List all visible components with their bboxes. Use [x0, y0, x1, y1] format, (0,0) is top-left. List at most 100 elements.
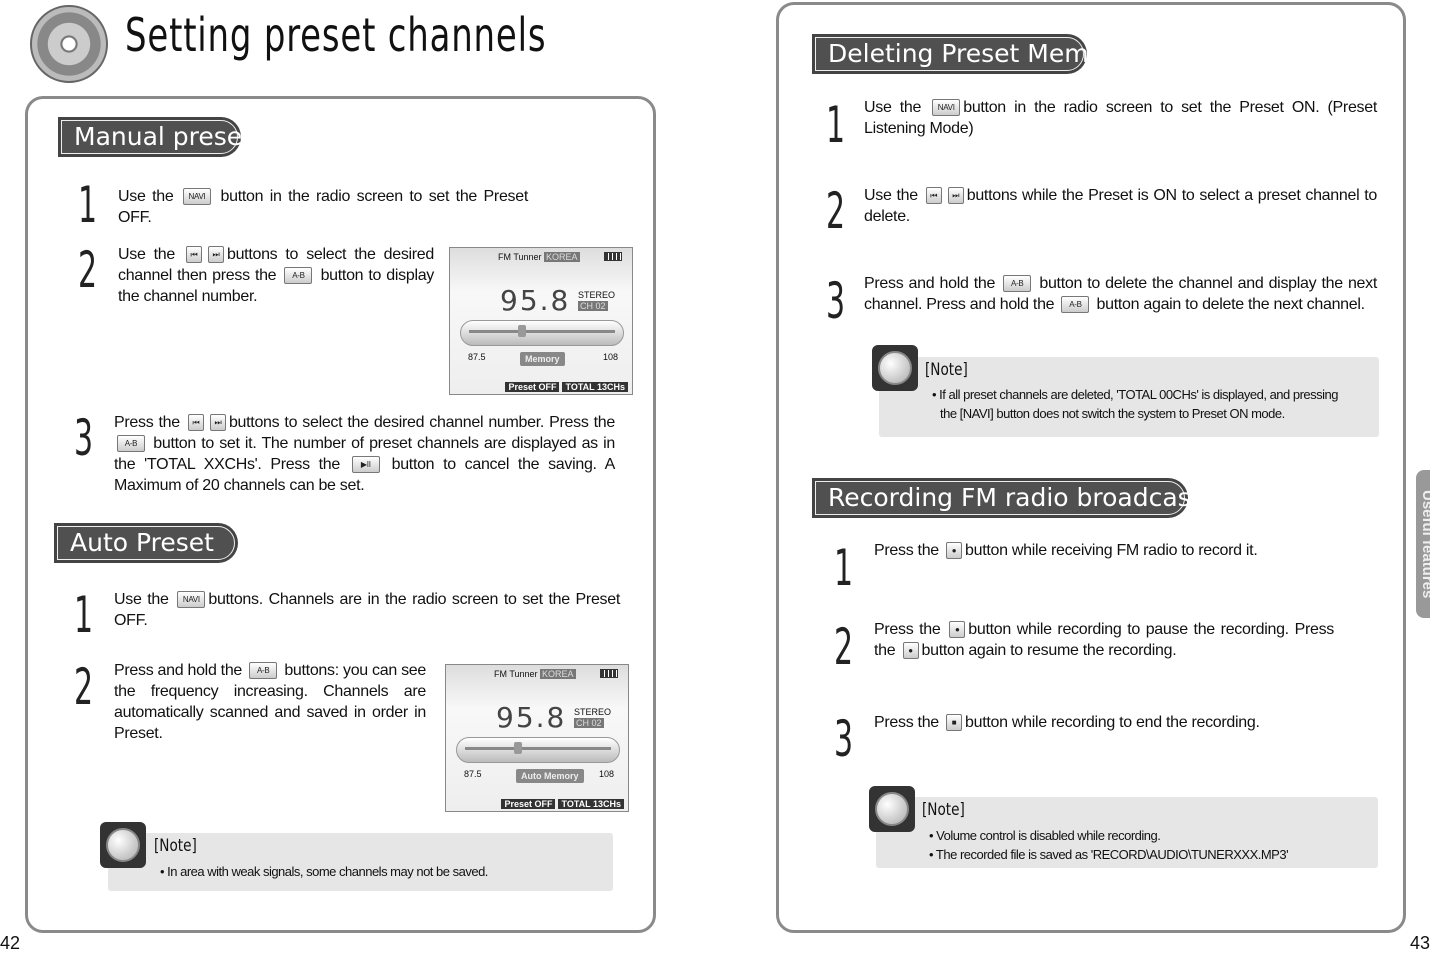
lcd-screen-manual: FM Tunner KOREA 95.8 STEREO CH 02 87.5 1… [449, 247, 633, 395]
device-button-icon: ⏭ [209, 414, 226, 432]
step-number: 2 [74, 658, 94, 716]
device-button-icon: A-B [1061, 296, 1090, 314]
step-text-segment: Press and hold the [864, 275, 1001, 292]
step-text: Press the ● button while receiving FM rad… [874, 540, 1334, 561]
step-text-segment: button again to delete the next channel. [1092, 296, 1366, 313]
step-number: 1 [74, 586, 94, 644]
note-bulb-icon [872, 345, 918, 391]
lcd-preset-status: Preset OFF [505, 382, 560, 392]
device-button-icon: A-B [284, 267, 313, 285]
step-text-segment: buttons to select the desired channel nu… [228, 414, 615, 431]
device-button-icon: ■ [946, 714, 963, 732]
step-number: 1 [826, 96, 846, 154]
page-number-right: 43 [1409, 933, 1430, 953]
note-heading: [Note] [154, 836, 197, 856]
step-text: Press and hold the A-B button to delete … [864, 273, 1377, 315]
tuning-knob [518, 325, 526, 337]
lcd-preset-status: Preset OFF [501, 799, 556, 809]
lcd-stereo: STEREO [578, 290, 616, 300]
side-tab-useful-features: Useful features [1416, 470, 1430, 618]
lcd-min: 87.5 [468, 352, 486, 362]
tuning-slider [460, 320, 624, 346]
step-text-segment: button while receiving FM radio to recor… [965, 542, 1258, 559]
step-text: Use the ⏮ ⏭ buttons while the Preset is ON… [864, 185, 1377, 227]
lcd-title: FM Tunner [494, 669, 538, 679]
note-heading: [Note] [925, 360, 968, 380]
device-button-icon: ● [949, 621, 966, 639]
section-manual-preset: Manual preset [58, 117, 252, 157]
step-number: 3 [74, 409, 94, 467]
device-button-icon: A-B [117, 435, 145, 453]
note-heading: [Note] [922, 800, 965, 820]
step-number: 2 [78, 241, 98, 299]
step-text-segment: button again to resume the recording. [921, 642, 1177, 659]
lcd-min: 87.5 [464, 769, 482, 779]
lcd-max: 108 [602, 352, 618, 362]
note-text: • The recorded file is saved as 'RECORD\… [929, 847, 1289, 862]
step-text: Use the ⏮ ⏭ buttons to select the desired … [118, 244, 434, 307]
lcd-channel: CH 02 [574, 718, 604, 728]
step-number: 2 [834, 618, 854, 676]
step-text: Use the NAVI button in the radio screen … [118, 186, 528, 228]
step-text-segment: button while recording to end the record… [965, 714, 1260, 731]
device-button-icon: ⏮ [187, 414, 204, 432]
page-title: Setting preset channels [125, 8, 547, 62]
lcd-header: FM Tunner KOREA [498, 252, 580, 262]
step-number: 1 [78, 176, 98, 234]
device-button-icon: ⏮ [925, 187, 942, 205]
step-text-segment: Use the [864, 99, 930, 116]
step-number: 2 [826, 182, 846, 240]
lcd-frequency: 95.8 [500, 284, 571, 317]
cd-logo-icon [30, 5, 108, 83]
step-text: Press the ■ button while recording to end… [874, 712, 1334, 733]
device-button-icon: ▶II [351, 456, 380, 474]
step-text-segment: Press the [874, 542, 944, 559]
device-button-icon: NAVI [177, 591, 206, 609]
device-button-icon: ● [902, 642, 919, 660]
page-number-left: 42 [0, 933, 21, 953]
lcd-title: FM Tunner [498, 252, 542, 262]
device-button-icon: A-B [1003, 275, 1032, 293]
step-text: Press and hold the A-B buttons: you can … [114, 660, 426, 744]
step-text-segment: Press the [874, 621, 947, 638]
device-button-icon: A-B [249, 662, 278, 680]
step-text-segment: Press the [114, 414, 185, 431]
step-text-segment: Use the [118, 188, 180, 205]
lcd-screen-auto: FM Tunner KOREA 95.8 STEREO CH 02 87.5 1… [445, 664, 629, 812]
section-auto-preset: Auto Preset [54, 523, 238, 563]
lcd-mode: Auto Memory [516, 769, 584, 783]
section-deleting-preset: Deleting Preset Memory [812, 34, 1129, 74]
lcd-header: FM Tunner KOREA [494, 669, 576, 679]
step-number: 3 [834, 710, 854, 768]
note-text: • Volume control is disabled while recor… [929, 828, 1161, 843]
step-number: 1 [834, 539, 854, 597]
note-bulb-icon [100, 822, 146, 868]
step-text-segment: Press and hold the [114, 662, 247, 679]
lcd-max: 108 [598, 769, 614, 779]
note-text: • In area with weak signals, some channe… [160, 864, 488, 879]
note-bulb-icon [869, 786, 915, 832]
lcd-total: TOTAL 13CHs [562, 382, 628, 392]
note-text: the [NAVI] button does not switch the sy… [940, 406, 1285, 421]
step-text: Press the ⏮ ⏭ buttons to select the desire… [114, 412, 615, 496]
step-number: 3 [826, 272, 846, 330]
lcd-total: TOTAL 13CHs [558, 799, 624, 809]
step-text-segment: Press the [874, 714, 944, 731]
step-text: Use the NAVI button in the radio screen t… [864, 97, 1377, 139]
step-text: Use the NAVI buttons. Channels are in the… [114, 589, 620, 631]
device-button-icon: ⏮ [185, 246, 202, 264]
step-text-segment: Use the [864, 187, 923, 204]
lcd-mode: Memory [520, 352, 565, 366]
step-text: Press the ● button while recording to pau… [874, 619, 1334, 661]
lcd-stereo: STEREO [574, 707, 612, 717]
device-button-icon: ⏭ [207, 246, 224, 264]
tuning-slider [456, 737, 620, 763]
tuning-knob [514, 742, 522, 754]
lcd-region: KOREA [544, 252, 580, 262]
battery-icon [600, 669, 618, 678]
lcd-frequency: 95.8 [496, 701, 567, 734]
step-text-segment: Use the [114, 591, 175, 608]
device-button-icon: NAVI [182, 188, 211, 206]
lcd-region: KOREA [540, 669, 576, 679]
step-text-segment: Use the [118, 246, 183, 263]
